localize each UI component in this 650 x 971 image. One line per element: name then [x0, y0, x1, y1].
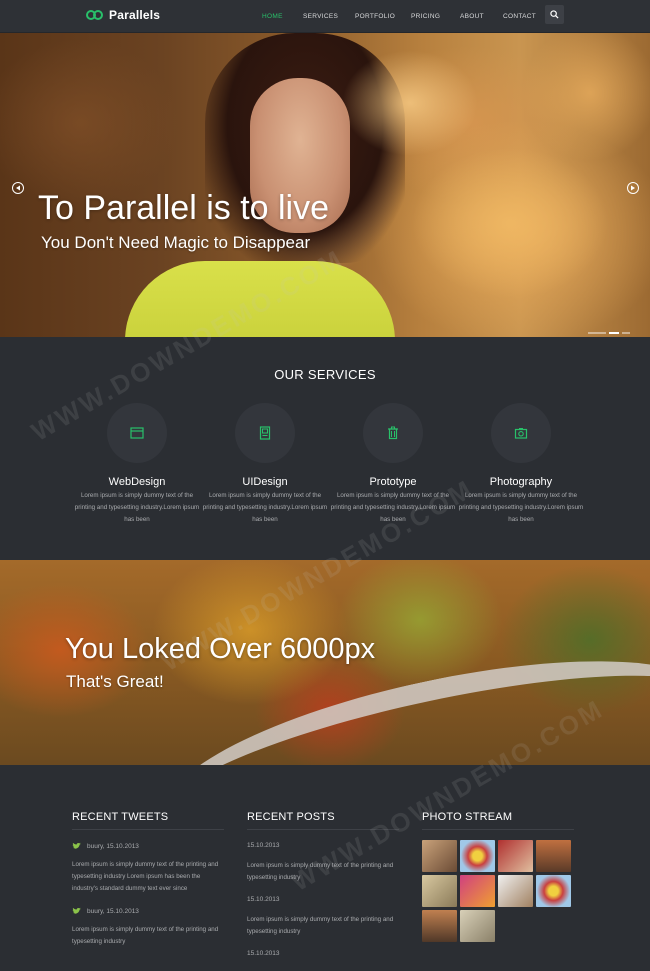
- post-item[interactable]: 15.10.2013: [247, 950, 399, 957]
- service-webdesign[interactable]: WebDesign Lorem ipsum is simply dummy te…: [72, 403, 202, 526]
- photo-thumbnail[interactable]: [536, 840, 571, 872]
- service-icon-circle: [491, 403, 551, 463]
- hero-slider: To Parallel is to live You Don't Need Ma…: [0, 33, 650, 337]
- tweet-author-date[interactable]: buury, 15.10.2013: [87, 908, 139, 915]
- camera-icon: [514, 428, 528, 439]
- tweet-meta: buury, 15.10.2013: [72, 907, 224, 915]
- nav-services[interactable]: SERVICES: [303, 13, 338, 20]
- photo-thumbnail[interactable]: [460, 840, 495, 872]
- slider-pagination: [588, 332, 630, 334]
- photo-thumbnail[interactable]: [422, 910, 457, 942]
- service-uidesign[interactable]: UIDesign Lorem ipsum is simply dummy tex…: [200, 403, 330, 526]
- nav-about[interactable]: ABOUT: [460, 13, 484, 20]
- slider-dot[interactable]: [622, 332, 630, 334]
- nav-home[interactable]: HOME: [262, 13, 283, 20]
- service-description: Lorem ipsum is simply dummy text of the …: [330, 492, 456, 523]
- parallax-title: You Loked Over 6000px: [65, 633, 376, 665]
- tweet-item: buury, 15.10.2013 Lorem ipsum is simply …: [72, 907, 224, 948]
- tweet-meta: buury, 15.10.2013: [72, 842, 224, 850]
- slider-prev-button[interactable]: [12, 182, 24, 194]
- service-icon-circle: [235, 403, 295, 463]
- search-icon: [550, 10, 559, 19]
- photo-thumbnail[interactable]: [498, 875, 533, 907]
- site-logo[interactable]: Parallels: [86, 8, 160, 22]
- widget-title: RECENT POSTS: [247, 811, 399, 830]
- photo-thumbnail[interactable]: [422, 875, 457, 907]
- logo-rings-icon: [86, 9, 104, 21]
- photo-thumbnail[interactable]: [460, 875, 495, 907]
- post-date: 15.10.2013: [247, 896, 280, 903]
- service-name: Prototype: [369, 476, 417, 488]
- photo-thumbnail[interactable]: [536, 875, 571, 907]
- search-button[interactable]: [545, 5, 564, 24]
- slider-next-button[interactable]: [627, 182, 639, 194]
- services-section: OUR SERVICES WebDesign Lorem ipsum is si…: [0, 337, 650, 560]
- recent-tweets-widget: RECENT TWEETS buury, 15.10.2013 Lorem ip…: [72, 811, 224, 948]
- service-prototype[interactable]: Prototype Lorem ipsum is simply dummy te…: [328, 403, 458, 526]
- tweet-text: Lorem ipsum is simply dummy text of the …: [72, 861, 219, 892]
- services-title: OUR SERVICES: [274, 367, 376, 382]
- hero-title: To Parallel is to live: [38, 189, 330, 227]
- nav-contact[interactable]: CONTACT: [503, 13, 536, 20]
- post-date: 15.10.2013: [247, 950, 280, 957]
- photo-thumbnail[interactable]: [460, 910, 495, 942]
- post-item[interactable]: 15.10.2013 Lorem ipsum is simply dummy t…: [247, 896, 399, 938]
- arrow-left-icon: [16, 185, 20, 191]
- nav-pricing[interactable]: PRICING: [411, 13, 440, 20]
- service-description: Lorem ipsum is simply dummy text of the …: [74, 492, 200, 523]
- post-item[interactable]: 15.10.2013 Lorem ipsum is simply dummy t…: [247, 842, 399, 884]
- logo-text: Parallels: [109, 8, 161, 22]
- post-date: 15.10.2013: [247, 842, 280, 849]
- service-name: Photography: [489, 476, 553, 488]
- parallax-banner: You Loked Over 6000px That's Great!: [0, 560, 650, 765]
- hero-image-smoke: [330, 33, 650, 337]
- photo-grid: [422, 840, 574, 942]
- recent-posts-widget: RECENT POSTS 15.10.2013 Lorem ipsum is s…: [247, 811, 399, 957]
- service-description: Lorem ipsum is simply dummy text of the …: [202, 492, 328, 523]
- photo-thumbnail[interactable]: [498, 840, 533, 872]
- service-name: UIDesign: [242, 476, 288, 488]
- mobile-layout-icon: [259, 426, 271, 440]
- trash-icon: [388, 426, 398, 440]
- post-text[interactable]: Lorem ipsum is simply dummy text of the …: [247, 914, 399, 938]
- twitter-bird-icon: [72, 842, 81, 849]
- slider-dot-active[interactable]: [609, 332, 619, 334]
- browser-window-icon: [130, 427, 144, 439]
- service-photography[interactable]: Photography Lorem ipsum is simply dummy …: [456, 403, 586, 526]
- site-header: Parallels HOME SERVICES PORTFOLIO PRICIN…: [0, 0, 650, 33]
- widget-title: RECENT TWEETS: [72, 811, 224, 830]
- tweet-item: buury, 15.10.2013 Lorem ipsum is simply …: [72, 842, 224, 895]
- service-icon-circle: [363, 403, 423, 463]
- twitter-bird-icon: [72, 907, 81, 914]
- photo-thumbnail[interactable]: [422, 840, 457, 872]
- service-name: WebDesign: [108, 476, 166, 488]
- tweet-author-date[interactable]: buury, 15.10.2013: [87, 843, 139, 850]
- nav-portfolio[interactable]: PORTFOLIO: [355, 13, 395, 20]
- parallax-subtitle: That's Great!: [66, 672, 164, 691]
- hero-subtitle: You Don't Need Magic to Disappear: [41, 233, 311, 252]
- service-description: Lorem ipsum is simply dummy text of the …: [458, 492, 584, 523]
- service-icon-circle: [107, 403, 167, 463]
- widget-title: PHOTO STREAM: [422, 811, 574, 830]
- photo-stream-widget: PHOTO STREAM: [422, 811, 574, 942]
- tweet-text: Lorem ipsum is simply dummy text of the …: [72, 926, 219, 945]
- slider-dot[interactable]: [588, 332, 606, 334]
- footer-widgets: RECENT TWEETS buury, 15.10.2013 Lorem ip…: [0, 765, 650, 971]
- post-text[interactable]: Lorem ipsum is simply dummy text of the …: [247, 860, 399, 884]
- arrow-right-icon: [631, 185, 635, 191]
